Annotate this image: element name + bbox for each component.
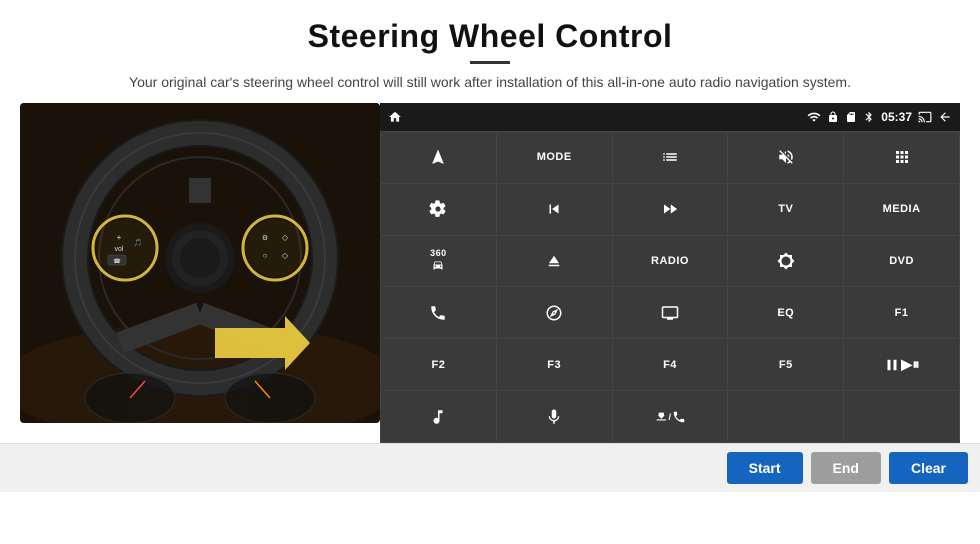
sd-card-icon: [845, 111, 857, 123]
svg-text:◇: ◇: [282, 251, 289, 260]
svg-text:🎵: 🎵: [134, 238, 143, 247]
btn-rewind[interactable]: [497, 184, 612, 235]
btn-volume-call[interactable]: /: [613, 391, 728, 442]
button-grid: MODE: [380, 131, 960, 443]
svg-text:◇: ◇: [282, 233, 289, 242]
header-divider: [470, 61, 510, 64]
btn-media[interactable]: MEDIA: [844, 184, 959, 235]
svg-text:vol: vol: [115, 246, 124, 253]
control-panel: 05:37 MODE: [380, 103, 960, 443]
status-time: 05:37: [881, 110, 912, 124]
btn-dvd[interactable]: DVD: [844, 236, 959, 287]
btn-navigation[interactable]: [497, 287, 612, 338]
btn-eject[interactable]: [497, 236, 612, 287]
home-status-icon: [388, 110, 402, 124]
btn-f2[interactable]: F2: [381, 339, 496, 390]
svg-text:⚙: ⚙: [262, 234, 268, 242]
btn-tv[interactable]: TV: [728, 184, 843, 235]
btn-f3[interactable]: F3: [497, 339, 612, 390]
btn-settings[interactable]: [381, 184, 496, 235]
bluetooth-icon: [863, 111, 875, 123]
svg-text:+: +: [117, 233, 122, 242]
btn-navigate[interactable]: [381, 132, 496, 183]
btn-play-pause[interactable]: ▶⏸: [844, 339, 959, 390]
end-button[interactable]: End: [811, 452, 881, 484]
btn-f1[interactable]: F1: [844, 287, 959, 338]
back-icon: [938, 110, 952, 124]
btn-mute[interactable]: [728, 132, 843, 183]
btn-phone[interactable]: [381, 287, 496, 338]
btn-fast-forward[interactable]: [613, 184, 728, 235]
page-wrapper: Steering Wheel Control Your original car…: [0, 0, 980, 492]
btn-list[interactable]: [613, 132, 728, 183]
btn-apps[interactable]: [844, 132, 959, 183]
btn-display[interactable]: [613, 287, 728, 338]
lock-icon: [827, 111, 839, 123]
status-bar: 05:37: [380, 103, 960, 131]
svg-text:☎: ☎: [113, 258, 121, 265]
btn-brightness[interactable]: [728, 236, 843, 287]
status-bar-right: 05:37: [807, 110, 952, 124]
btn-360[interactable]: 360: [381, 236, 496, 287]
wifi-icon: [807, 110, 821, 124]
bottom-bar: Start End Clear: [0, 443, 980, 492]
btn-f5[interactable]: F5: [728, 339, 843, 390]
btn-eq[interactable]: EQ: [728, 287, 843, 338]
status-bar-left: [388, 110, 402, 124]
steering-wheel-image: + vol - 🎵 ☎ ⚙ ◇ ○ ◇: [20, 103, 380, 423]
start-button[interactable]: Start: [727, 452, 803, 484]
page-header: Steering Wheel Control Your original car…: [0, 0, 980, 103]
btn-mode[interactable]: MODE: [497, 132, 612, 183]
btn-empty-1[interactable]: [728, 391, 843, 442]
svg-text:○: ○: [263, 251, 268, 260]
btn-f4[interactable]: F4: [613, 339, 728, 390]
cast-icon: [918, 110, 932, 124]
btn-music[interactable]: [381, 391, 496, 442]
btn-radio[interactable]: RADIO: [613, 236, 728, 287]
btn-empty-2[interactable]: [844, 391, 959, 442]
main-content: + vol - 🎵 ☎ ⚙ ◇ ○ ◇: [20, 103, 960, 443]
clear-button[interactable]: Clear: [889, 452, 968, 484]
page-title: Steering Wheel Control: [40, 18, 940, 55]
header-description: Your original car's steering wheel contr…: [40, 72, 940, 93]
btn-mic[interactable]: [497, 391, 612, 442]
